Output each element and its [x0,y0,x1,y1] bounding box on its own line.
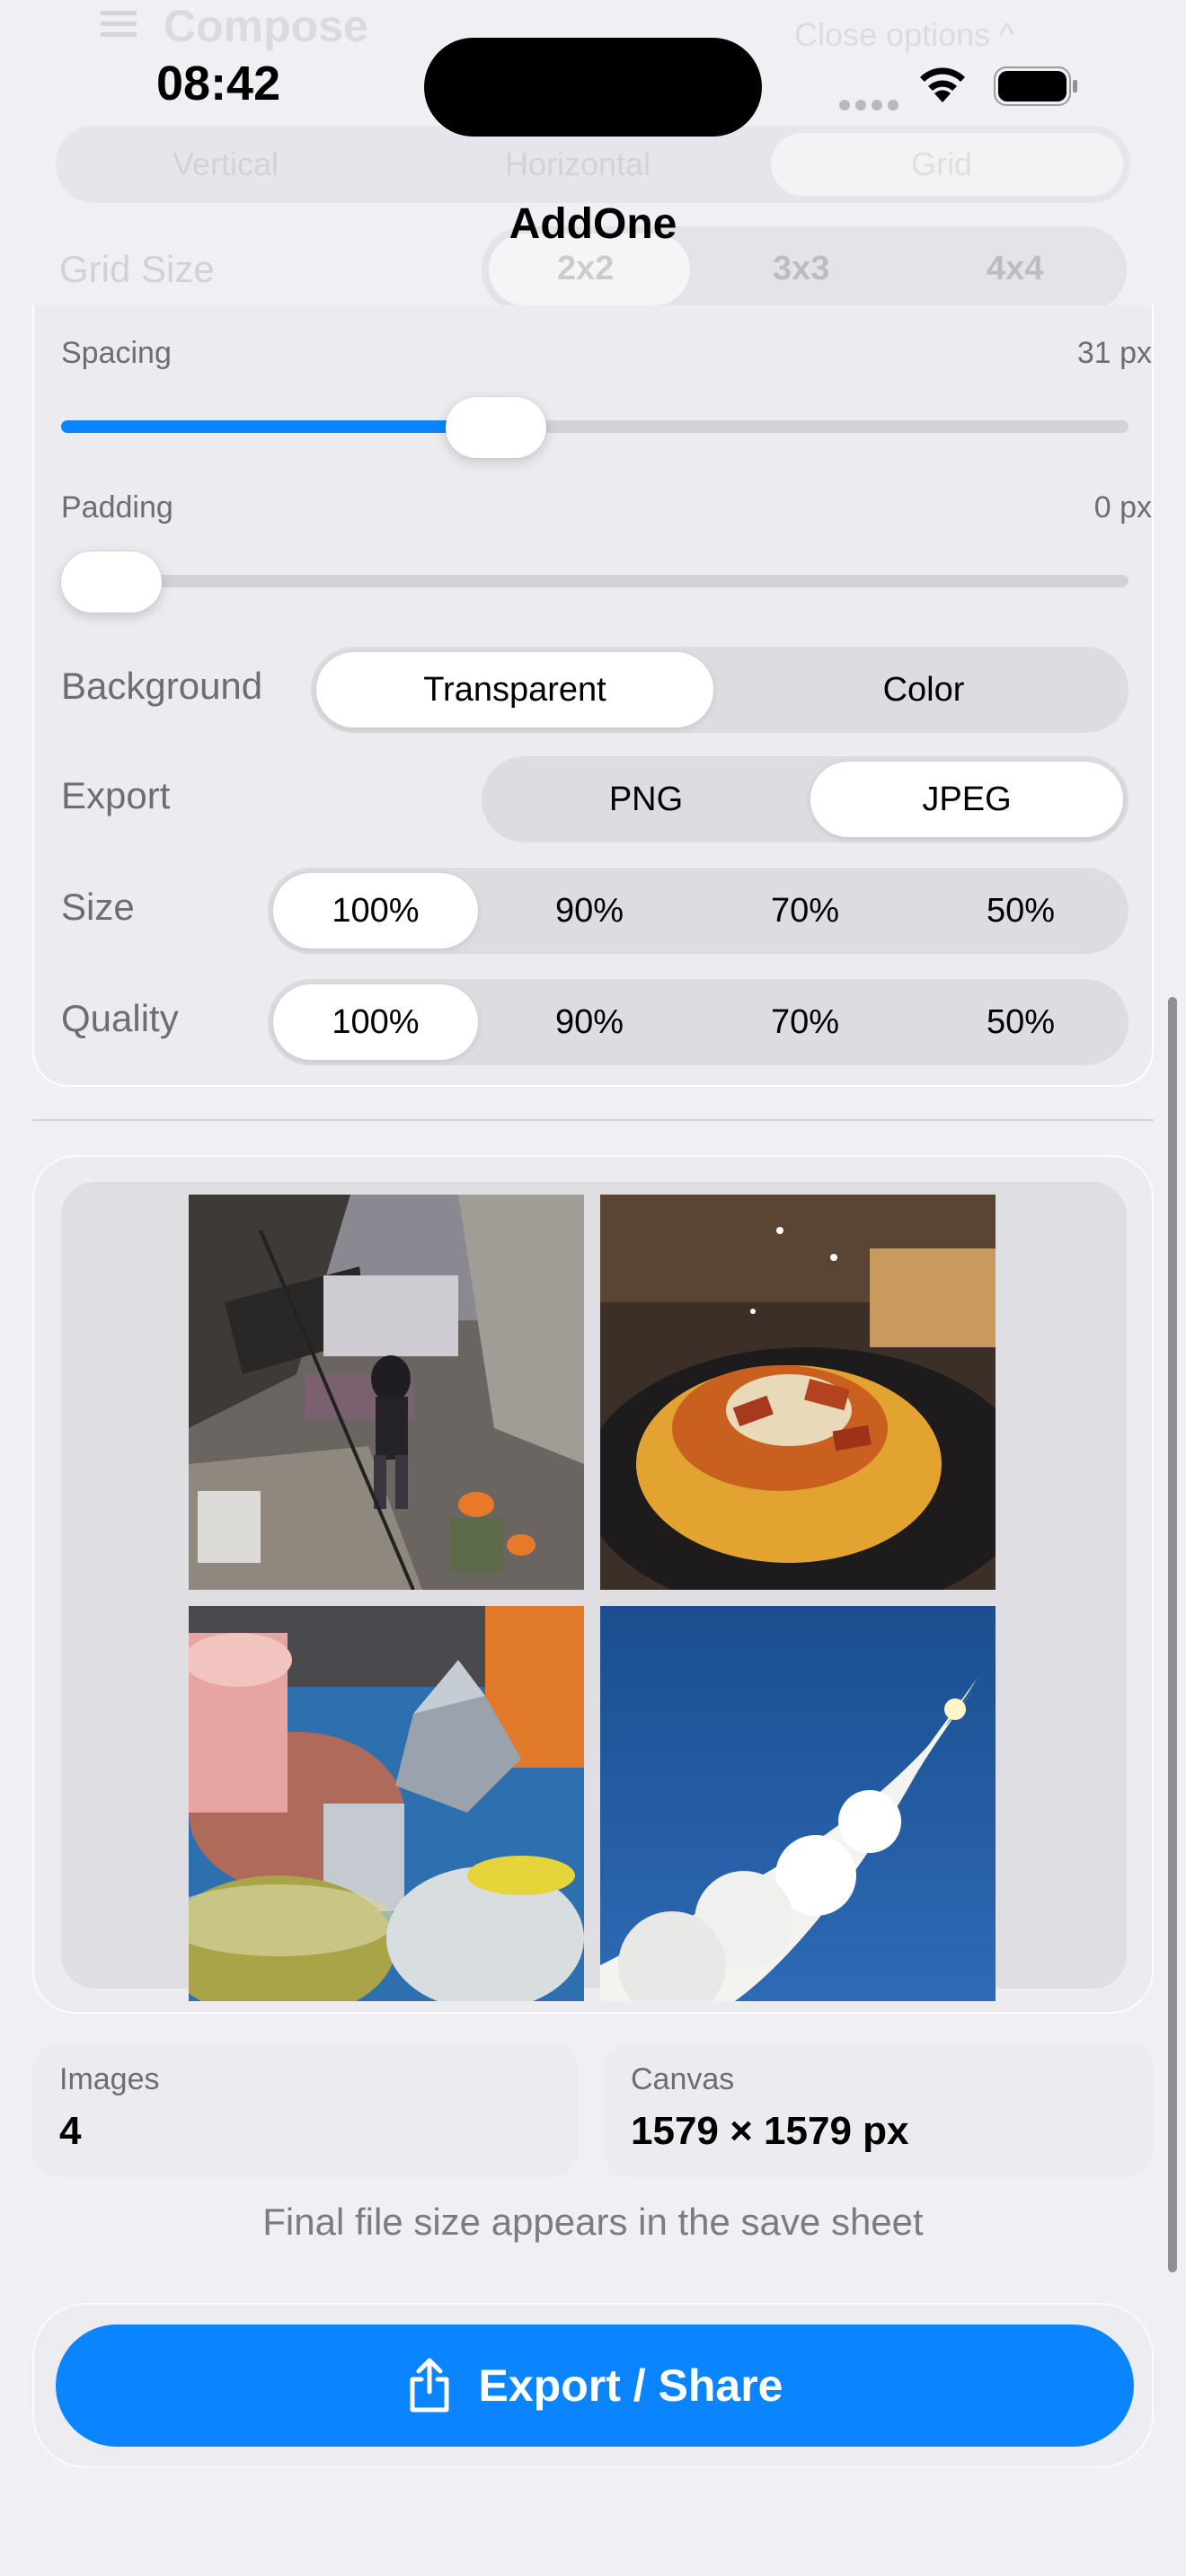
preview-image-rocket[interactable] [600,1606,996,2001]
layout-option[interactable]: Grid [911,146,972,183]
export-option-jpeg[interactable]: JPEG [810,762,1123,837]
padding-value: 0 px [1093,490,1152,525]
preview-canvas [61,1182,1127,2001]
images-label: Images [59,2062,160,2096]
size-option[interactable]: 90% [487,873,692,948]
scrollbar[interactable] [1168,997,1177,2272]
signal-dots-icon [839,99,904,115]
spacing-slider[interactable] [61,420,1128,433]
background-option-transparent[interactable]: Transparent [316,652,713,728]
spacing-label: Spacing [61,336,172,370]
preview-card [32,1155,1154,2014]
images-value: 4 [59,2109,82,2153]
quality-segmented-control[interactable]: 100% 90% 70% 50% [268,979,1128,1065]
size-option[interactable]: 50% [918,873,1123,948]
grid-size-option[interactable]: 4x4 [987,250,1043,288]
export-label: Export [61,774,171,816]
layout-segmented-control[interactable]: Vertical Horizontal Grid [56,126,1130,203]
options-card: Spacing 31 px Padding 0 px Background Tr… [32,305,1154,1087]
spacing-slider-thumb[interactable] [446,397,547,458]
export-option-png[interactable]: PNG [487,762,805,837]
compose-title: Compose [164,1,368,51]
images-count-card: Images 4 [32,2042,579,2177]
quality-option[interactable]: 50% [918,984,1123,1060]
grid-size-option[interactable]: 2x2 [557,250,614,288]
export-share-label: Export / Share [478,2360,783,2411]
dynamic-island [424,38,762,137]
app-title: AddOne [509,200,677,248]
padding-slider-thumb[interactable] [61,551,162,613]
grid-size-option[interactable]: 3x3 [773,250,829,288]
size-option[interactable]: 70% [703,873,907,948]
export-bar: Export / Share [32,2303,1154,2468]
quality-option[interactable]: 70% [703,984,907,1060]
layout-option[interactable]: Vertical [173,146,279,183]
preview-image-rescue[interactable] [189,1195,584,1590]
background-label: Background [61,665,263,707]
spacing-slider-fill [61,420,497,433]
battery-icon [994,66,1077,106]
status-indicators [839,63,1082,110]
file-size-hint: Final file size appears in the save shee… [262,2201,924,2243]
background-option-color[interactable]: Color [724,652,1123,728]
status-time: 08:42 [156,57,281,110]
divider [32,1119,1154,1121]
size-segmented-control[interactable]: 100% 90% 70% 50% [268,868,1128,954]
grid-size-label: Grid Size [59,248,215,290]
wifi-icon [920,67,965,102]
close-options-button[interactable]: Close options ^ [794,16,1014,54]
canvas-size-card: Canvas 1579 × 1579 px [604,2042,1154,2177]
spacing-value: 31 px [1076,336,1152,370]
preview-image-drinks[interactable] [189,1606,584,2001]
preview-image-pasta[interactable] [600,1195,996,1590]
size-option[interactable]: 100% [273,873,478,948]
quality-label: Quality [61,997,179,1039]
export-share-button[interactable]: Export / Share [56,2325,1134,2447]
menu-icon [101,11,137,37]
quality-option[interactable]: 90% [487,984,692,1060]
padding-label: Padding [61,490,173,525]
share-icon [410,2358,448,2413]
quality-option[interactable]: 100% [273,984,478,1060]
canvas-value: 1579 × 1579 px [631,2109,909,2153]
canvas-label: Canvas [631,2062,735,2096]
export-format-segmented-control[interactable]: PNG JPEG [482,756,1128,842]
background-segmented-control[interactable]: Transparent Color [311,647,1128,733]
size-label: Size [61,886,135,928]
layout-option[interactable]: Horizontal [505,146,651,183]
padding-slider[interactable] [61,575,1128,587]
